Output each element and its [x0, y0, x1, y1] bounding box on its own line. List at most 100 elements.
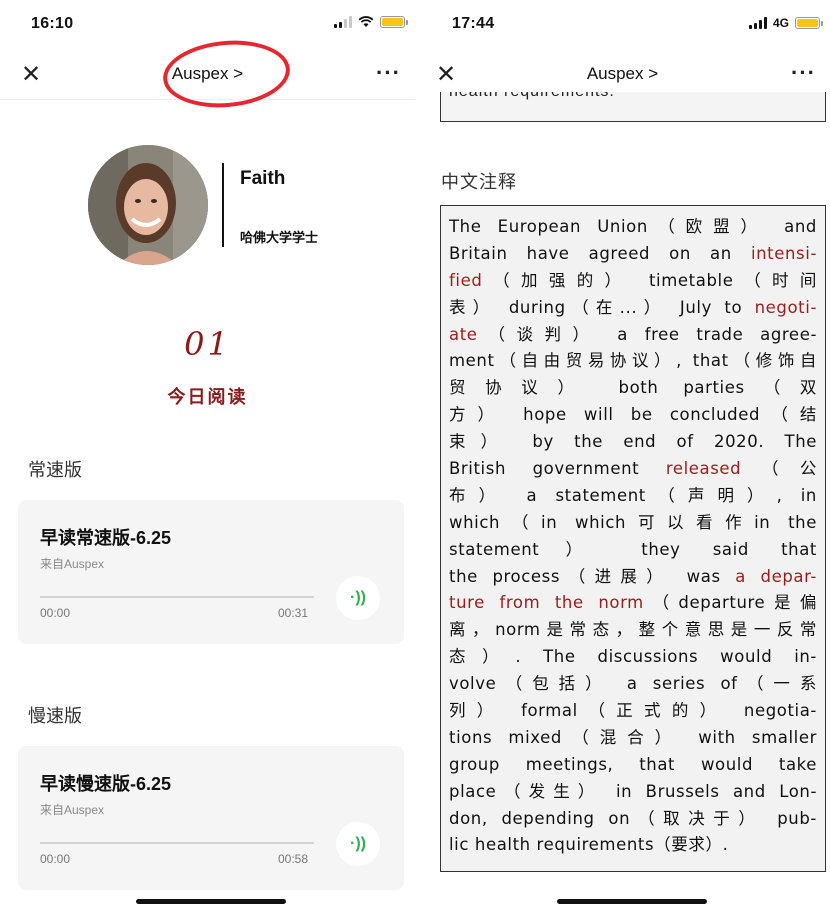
audio-duration: 00:58: [278, 852, 309, 866]
annotation-line: volve（包括） a series of（一系: [449, 671, 817, 698]
annotation-line: don, depending on（取决于） pub-: [449, 806, 817, 833]
audio-card-title: 早读慢速版-6.25: [40, 774, 172, 794]
annotation-line: 离，norm是常态，整个意思是一反常: [449, 617, 817, 644]
annotation-text: British government: [449, 459, 666, 479]
annotation-text: 离，norm是常态，整个意思是一反常: [449, 620, 817, 640]
annotation-line: 方） hope will be concluded（结: [449, 402, 817, 429]
annotation-text: 布） a statement（声明）, in: [449, 485, 817, 505]
annotation-line: group meetings, that would take: [449, 752, 817, 779]
annotation-line: place（发生） in Brussels and Lon-: [449, 779, 817, 806]
annotation-line: ate（谈判） a free trade agree-: [449, 322, 817, 349]
annotation-text: 束） by the end of 2020. The: [449, 432, 817, 452]
highlighted-term: ture from the norm: [449, 593, 644, 613]
battery-icon: [380, 16, 408, 28]
highlighted-term: released: [665, 459, 742, 479]
status-icons: 4G: [748, 16, 823, 30]
annotation-text: 列） formal（正式的） negotia-: [449, 701, 817, 721]
annotation-text: （谈判） a free trade agree-: [477, 324, 817, 344]
profile-degree: 哈佛大学学士: [240, 230, 319, 245]
audio-duration: 00:31: [278, 606, 309, 620]
annotation-text: 贸协议） both parties（双: [449, 378, 817, 398]
audio-play-icon[interactable]: ·)): [336, 576, 380, 620]
home-indicator[interactable]: [136, 899, 286, 904]
annotation-line: tions mixed（混合） with smaller: [449, 725, 817, 752]
annotation-line: British government released（公: [449, 456, 817, 483]
wifi-icon: [358, 16, 374, 27]
annotation-line: ture from the norm（departure是偏: [449, 590, 817, 617]
annotation-line: lic health requirements（要求）.: [449, 832, 817, 859]
status-time: 16:10: [31, 15, 74, 32]
annotation-text: Britain have agreed on an: [449, 243, 751, 263]
annotation-line: The European Union（欧盟） and: [449, 214, 817, 241]
audio-card-normal[interactable]: 早读常速版-6.25 来自Auspex 00:00 00:31 ·)): [18, 500, 404, 644]
battery-icon: [795, 17, 823, 29]
highlighted-term: a depar-: [735, 566, 817, 586]
more-icon[interactable]: ···: [376, 60, 401, 86]
annotation-text: group meetings, that would take: [449, 754, 817, 774]
annotation-line: 束） by the end of 2020. The: [449, 429, 817, 456]
section-label-normal: 常速版: [28, 460, 82, 480]
signal-icon: [748, 17, 767, 29]
annotation-line: which（in which可以看作in the: [449, 510, 817, 537]
previous-text-tail: health requirements.: [449, 92, 615, 101]
annotation-text: lic health requirements（要求）.: [449, 835, 729, 855]
more-icon[interactable]: ···: [791, 60, 816, 86]
annotation-line: 贸协议） both parties（双: [449, 375, 817, 402]
audio-current-time: 00:00: [40, 852, 71, 866]
annotation-text: （加强的） timetable（时间: [482, 270, 817, 290]
annotation-line: 态）. The discussions would in-: [449, 644, 817, 671]
annotation-text: place（发生） in Brussels and Lon-: [449, 781, 817, 801]
audio-progress-bar[interactable]: [40, 842, 314, 844]
audio-card-title: 早读常速版-6.25: [40, 528, 172, 548]
previous-text-box: health requirements.: [440, 92, 826, 122]
avatar: [88, 145, 208, 265]
home-indicator[interactable]: [557, 899, 707, 904]
profile-name: Faith: [240, 168, 286, 189]
audio-progress-bar[interactable]: [40, 596, 314, 598]
audio-play-icon[interactable]: ·)): [336, 822, 380, 866]
signal-icon: [334, 16, 352, 28]
issue-label: 今日阅读: [167, 387, 248, 407]
network-label: 4G: [772, 16, 789, 30]
annotation-text: 态）. The discussions would in-: [449, 647, 817, 667]
annotation-line: 表） during（在...） July to negoti-: [449, 295, 817, 322]
status-icons: [334, 16, 408, 28]
audio-current-time: 00:00: [40, 606, 71, 620]
section-label-slow: 慢速版: [28, 706, 82, 726]
profile-divider: [222, 163, 224, 247]
highlighted-term: fied: [449, 270, 483, 290]
highlighted-term: negoti-: [754, 297, 817, 317]
annotation-text: volve（包括） a series of（一系: [449, 674, 817, 694]
audio-card-source: 来自Auspex: [40, 557, 105, 571]
annotation-line: fied（加强的） timetable（时间: [449, 268, 817, 295]
annotation-line: 列） formal（正式的） negotia-: [449, 698, 817, 725]
right-screen: 17:44 4G ✕ Auspex > ··· health requireme…: [415, 0, 830, 914]
annotation-text: 方） hope will be concluded（结: [449, 405, 817, 425]
annotation-text: statement） they said that: [449, 539, 817, 559]
section-heading: 中文注释: [441, 172, 517, 192]
annotation-text: 表） during（在...） July to: [449, 297, 755, 317]
annotation-line: 布） a statement（声明）, in: [449, 483, 817, 510]
issue-number: 01: [184, 325, 231, 363]
annotation-text: （departure是偏: [643, 593, 817, 613]
annotation-text: ment（自由贸易协议）, that（修饰自: [449, 351, 817, 371]
status-time: 17:44: [452, 15, 495, 32]
annotation-line: statement） they said that: [449, 537, 817, 564]
annotation-text: the process（进展） was: [449, 566, 736, 586]
annotation-text: tions mixed（混合） with smaller: [449, 727, 817, 747]
annotation-line: the process（进展） was a depar-: [449, 564, 817, 591]
highlighted-term: intensi-: [750, 243, 817, 263]
annotation-text: don, depending on（取决于） pub-: [449, 808, 817, 828]
audio-card-source: 来自Auspex: [40, 803, 105, 817]
account-name-link[interactable]: Auspex >: [415, 64, 830, 84]
annotation-line: Britain have agreed on an intensi-: [449, 241, 817, 268]
left-screen: 16:10 ✕ Auspex > ··· Faith 哈佛大学学士 01 今日阅…: [0, 0, 415, 914]
status-bar: 17:44 4G: [415, 0, 830, 50]
annotation-text: which（in which可以看作in the: [449, 512, 817, 532]
annotation-text: The European Union（欧盟） and: [449, 217, 817, 236]
annotation-box: The European Union（欧盟） and Britain have a…: [440, 205, 826, 872]
annotation-text: （公: [741, 459, 817, 479]
highlighted-term: ate: [449, 324, 478, 344]
annotation-line: ment（自由贸易协议）, that（修饰自: [449, 348, 817, 375]
audio-card-slow[interactable]: 早读慢速版-6.25 来自Auspex 00:00 00:58 ·)): [18, 746, 404, 890]
